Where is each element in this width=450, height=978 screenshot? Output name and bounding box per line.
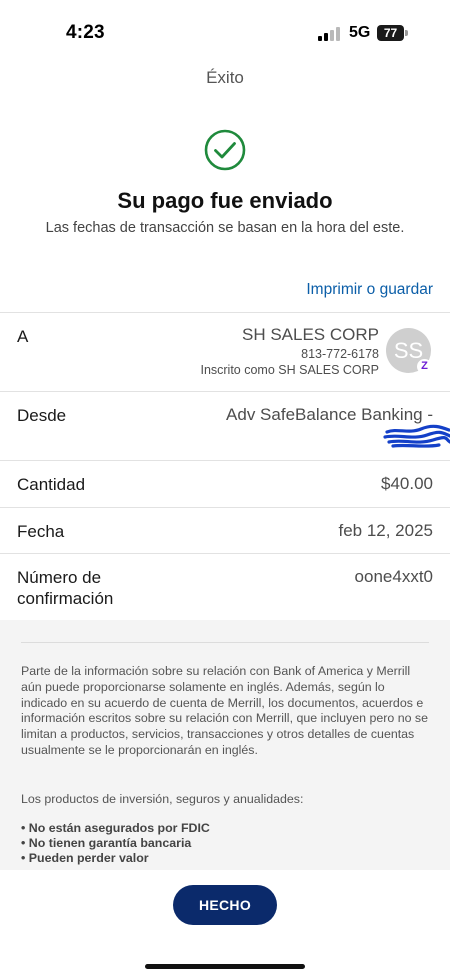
success-check-icon [204, 129, 246, 171]
payee-name: SH SALES CORP [242, 325, 379, 344]
status-time: 4:23 [66, 22, 105, 43]
confirmation-number-label-line2: confirmación [17, 589, 114, 608]
status-bar: 4:23 5G 77 [0, 0, 450, 62]
done-button[interactable]: HECHO [173, 885, 277, 925]
from-label: Desde [17, 406, 67, 425]
disclosure-bullets: No están asegurados por FDIC No tienen g… [21, 821, 210, 867]
confirmation-number-value: oone4xxt0 [354, 567, 433, 586]
divider [0, 391, 450, 392]
payee-enrolled-as: Inscrito como SH SALES CORP [200, 363, 379, 377]
disclosure-investment-intro: Los productos de inversión, seguros y an… [21, 792, 304, 806]
redaction-scribble [383, 424, 450, 448]
to-label: A [17, 327, 29, 346]
disclosure-bullet-not-fdic: No están asegurados por FDIC [21, 821, 210, 836]
confirmation-title: Su pago fue enviado [117, 188, 333, 213]
amount-label: Cantidad [17, 475, 86, 494]
zelle-badge-icon: Z [417, 359, 432, 374]
payee-phone: 813-772-6178 [301, 347, 379, 361]
battery-level: 77 [383, 26, 398, 40]
divider [21, 642, 429, 643]
disclosure-bullet-no-bank-guarantee: No tienen garantía bancaria [21, 836, 210, 851]
divider [0, 553, 450, 554]
disclosure-bullet-may-lose-value: Pueden perder valor [21, 851, 210, 866]
date-label: Fecha [17, 522, 65, 541]
page-title: Éxito [206, 68, 244, 87]
confirmation-subtitle: Las fechas de transacción se basan en la… [45, 220, 405, 236]
home-indicator[interactable] [145, 964, 305, 969]
confirmation-number-label: Número de confirmación [17, 567, 113, 609]
disclosure-language-notice: Parte de la información sobre su relació… [21, 664, 429, 757]
network-type: 5G [349, 24, 371, 41]
divider [0, 507, 450, 508]
signal-icon [318, 27, 342, 41]
divider [0, 312, 450, 313]
print-or-save-link[interactable]: Imprimir o guardar [306, 281, 433, 299]
amount-value: $40.00 [381, 474, 433, 493]
battery-icon: 77 [377, 25, 408, 41]
divider [0, 460, 450, 461]
confirmation-number-label-line1: Número de [17, 568, 102, 587]
disclosure-panel[interactable]: Parte de la información sobre su relació… [0, 620, 450, 870]
date-value: feb 12, 2025 [338, 521, 433, 540]
